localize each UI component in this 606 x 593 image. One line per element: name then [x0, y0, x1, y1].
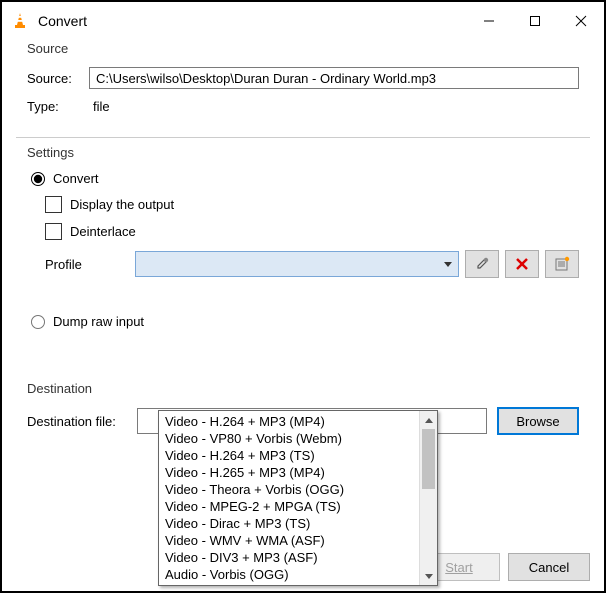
profile-option[interactable]: Video - H.264 + MP3 (MP4) [159, 413, 419, 430]
source-input[interactable] [89, 67, 579, 89]
checkbox-box [45, 223, 62, 240]
profile-option[interactable]: Video - H.264 + MP3 (TS) [159, 447, 419, 464]
convert-radio[interactable]: Convert [31, 171, 579, 186]
scrollbar-track[interactable] [420, 429, 437, 567]
profile-options-container: Video - H.264 + MP3 (MP4)Video - VP80 + … [159, 411, 419, 585]
divider [16, 137, 590, 138]
dump-raw-radio[interactable]: Dump raw input [31, 314, 579, 329]
type-value: file [89, 99, 110, 114]
source-group: Source Source: Type: file [16, 48, 590, 129]
profile-option[interactable]: Video - VP80 + Vorbis (Webm) [159, 430, 419, 447]
destination-file-label: Destination file: [27, 414, 137, 429]
type-label: Type: [27, 99, 89, 114]
edit-profile-button[interactable] [465, 250, 499, 278]
profile-option[interactable]: Video - DIV3 + MP3 (ASF) [159, 549, 419, 566]
cancel-button[interactable]: Cancel [508, 553, 590, 581]
scrollbar-thumb[interactable] [422, 429, 435, 489]
scroll-up-button[interactable] [420, 411, 437, 429]
profile-label: Profile [45, 257, 135, 272]
browse-button[interactable]: Browse [497, 407, 579, 435]
profile-option[interactable]: Video - Theora + Vorbis (OGG) [159, 481, 419, 498]
window-title: Convert [38, 13, 466, 29]
deinterlace-label: Deinterlace [70, 224, 136, 239]
scrollbar[interactable] [419, 411, 437, 585]
profile-dropdown-list[interactable]: Video - H.264 + MP3 (MP4)Video - VP80 + … [158, 410, 438, 586]
convert-radio-input[interactable] [31, 172, 45, 186]
source-legend: Source [23, 41, 72, 56]
new-profile-button[interactable] [545, 250, 579, 278]
checkbox-box [45, 196, 62, 213]
profile-option[interactable]: Video - MPEG-2 + MPGA (TS) [159, 498, 419, 515]
scroll-down-button[interactable] [420, 567, 437, 585]
delete-profile-button[interactable] [505, 250, 539, 278]
profile-option[interactable]: Video - H.265 + MP3 (MP4) [159, 464, 419, 481]
profile-combobox[interactable] [135, 251, 459, 277]
close-button[interactable] [558, 2, 604, 40]
maximize-button[interactable] [512, 2, 558, 40]
display-output-checkbox[interactable]: Display the output [45, 196, 579, 213]
settings-group: Settings Convert Display the output Dein… [16, 152, 590, 380]
profile-option[interactable]: Video - Dirac + MP3 (TS) [159, 515, 419, 532]
dump-raw-label: Dump raw input [53, 314, 144, 329]
window-controls [466, 2, 604, 40]
vlc-icon [10, 11, 30, 31]
convert-dialog: Convert Source Source: Type: file Settin… [2, 2, 604, 591]
profile-option[interactable]: Audio - Vorbis (OGG) [159, 566, 419, 583]
dialog-footer: Start Cancel [418, 553, 590, 581]
convert-radio-label: Convert [53, 171, 99, 186]
source-label: Source: [27, 71, 89, 86]
profile-option[interactable]: Video - WMV + WMA (ASF) [159, 532, 419, 549]
destination-legend: Destination [23, 381, 96, 396]
chevron-down-icon [444, 262, 452, 267]
dump-raw-radio-input[interactable] [31, 315, 45, 329]
display-output-label: Display the output [70, 197, 174, 212]
settings-legend: Settings [23, 145, 78, 160]
minimize-button[interactable] [466, 2, 512, 40]
titlebar: Convert [2, 2, 604, 40]
deinterlace-checkbox[interactable]: Deinterlace [45, 223, 579, 240]
